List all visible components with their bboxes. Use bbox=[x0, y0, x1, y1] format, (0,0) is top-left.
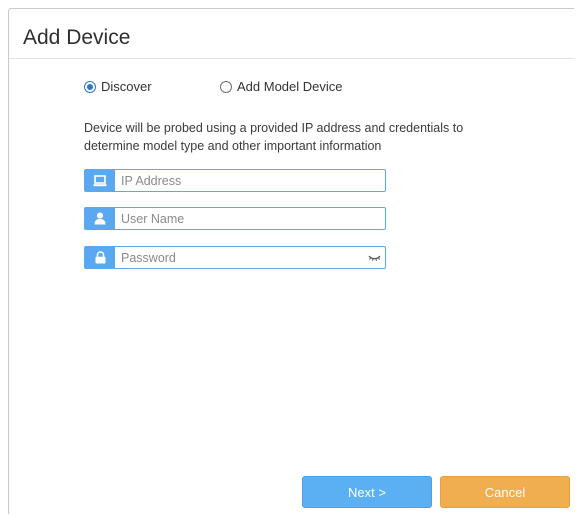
next-button[interactable]: Next > bbox=[302, 476, 432, 508]
lock-icon bbox=[85, 247, 115, 268]
computer-icon bbox=[85, 170, 115, 191]
ip-address-input[interactable] bbox=[115, 170, 385, 191]
cancel-button[interactable]: Cancel bbox=[440, 476, 570, 508]
ip-address-field bbox=[84, 169, 386, 192]
radio-checked-icon[interactable] bbox=[84, 80, 96, 93]
add-model-device-radio-label: Add Model Device bbox=[237, 79, 343, 94]
dialog-header: Add Device bbox=[9, 9, 574, 59]
description-text: Device will be probed using a provided I… bbox=[84, 121, 464, 153]
discover-radio-label: Discover bbox=[101, 79, 152, 94]
radio-unchecked-icon[interactable] bbox=[220, 80, 232, 93]
user-name-input[interactable] bbox=[115, 208, 385, 229]
user-icon bbox=[85, 208, 115, 229]
password-input[interactable] bbox=[115, 247, 363, 268]
password-field bbox=[84, 246, 386, 269]
user-name-field bbox=[84, 207, 386, 230]
dialog-title: Add Device bbox=[23, 26, 131, 49]
add-model-device-radio[interactable]: Add Model Device bbox=[220, 79, 343, 94]
eye-closed-icon[interactable] bbox=[363, 247, 385, 268]
add-device-dialog: Add Device Discover Add Model Device Dev… bbox=[8, 8, 574, 514]
discover-radio[interactable]: Discover bbox=[84, 79, 152, 94]
